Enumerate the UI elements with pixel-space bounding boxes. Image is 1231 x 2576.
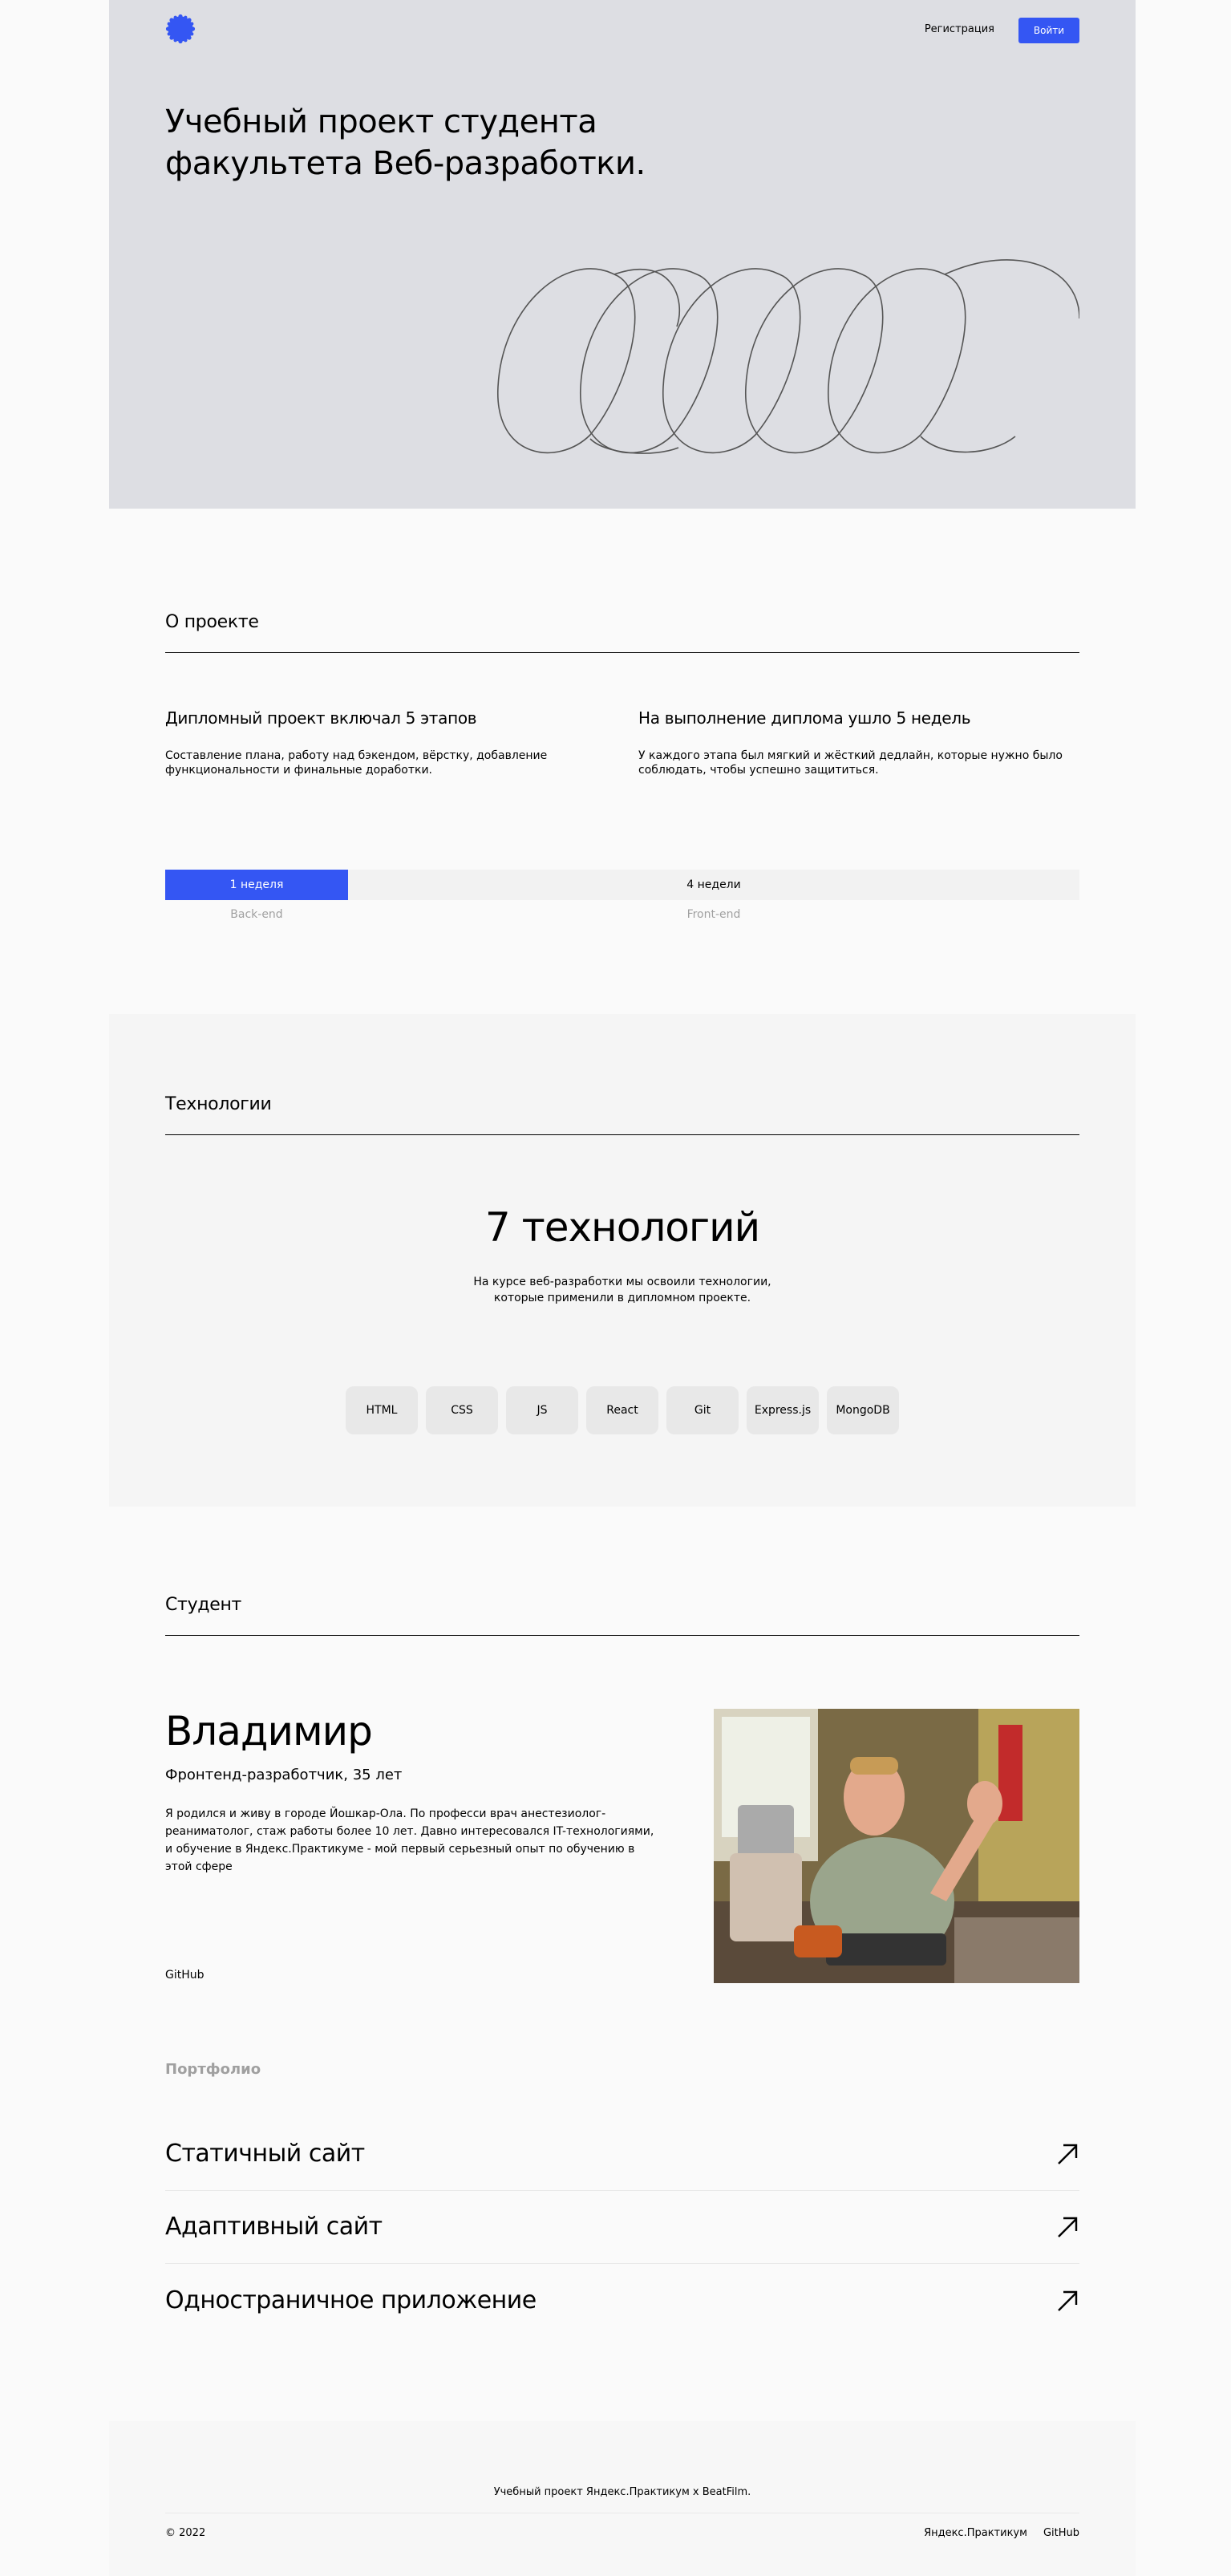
about-columns: Дипломный проект включал 5 этапов Состав… <box>165 708 1079 777</box>
timeline-backend-bar: 1 неделя <box>165 870 348 900</box>
footer: Учебный проект Яндекс.Практикум х BeatFi… <box>109 2421 1136 2576</box>
portfolio-item-label: Одностраничное приложение <box>165 2286 537 2314</box>
timeline: 1 неделя 4 недели Back-end Front-end <box>165 870 1079 921</box>
student-github-link[interactable]: GitHub <box>165 1968 204 1982</box>
timeline-bar: 1 неделя 4 недели <box>165 870 1079 900</box>
student-job: Фронтенд-разработчик, 35 лет <box>165 1767 403 1783</box>
portfolio-list: Статичный сайт Адаптивный сайт Одностран… <box>165 2118 1079 2337</box>
student-header: Студент <box>165 1594 1079 1636</box>
tech-item-express: Express.js <box>747 1386 819 1434</box>
timeline-frontend-bar: 4 недели <box>348 870 1079 900</box>
tech-item-react: React <box>586 1386 658 1434</box>
timeline-frontend-label: Front-end <box>686 908 741 921</box>
about-header: О проекте <box>165 611 1079 653</box>
login-button[interactable]: Войти <box>1018 18 1079 43</box>
footer-copyright: © 2022 <box>165 2527 206 2539</box>
portfolio-item-adaptive[interactable]: Адаптивный сайт <box>165 2191 1079 2264</box>
about-column-stages: Дипломный проект включал 5 этапов Состав… <box>165 708 606 777</box>
arrow-up-right-icon <box>1058 2217 1078 2237</box>
about-column-weeks: На выполнение диплома ушло 5 недель У ка… <box>638 708 1079 777</box>
promo-title-line2: факультета Веб-разработки. <box>165 145 646 182</box>
footer-link-github[interactable]: GitHub <box>1043 2527 1079 2540</box>
promo-title: Учебный проект студента факультета Веб-р… <box>165 101 727 185</box>
techs-list: HTML CSS JS React Git Express.js MongoDB <box>346 1386 899 1434</box>
portfolio-title: Портфолио <box>165 2061 261 2078</box>
tech-item-git: Git <box>666 1386 739 1434</box>
timeline-labels: Back-end Front-end <box>165 908 1079 921</box>
about-title: О проекте <box>165 612 259 632</box>
promo-section: Регистрация Войти Учебный проект студент… <box>109 0 1136 509</box>
techs-section: Технологии 7 технологий На курсе веб-раз… <box>109 1014 1136 1507</box>
tech-item-html: HTML <box>346 1386 418 1434</box>
footer-links: Яндекс.Практикум GitHub <box>924 2527 1079 2540</box>
logo-icon[interactable] <box>165 14 196 44</box>
about-section: О проекте Дипломный проект включал 5 эта… <box>109 509 1136 1014</box>
portfolio-item-static[interactable]: Статичный сайт <box>165 2118 1079 2191</box>
portfolio-item-label: Адаптивный сайт <box>165 2213 383 2241</box>
techs-headline: 7 технологий <box>484 1204 760 1251</box>
about-column-heading: На выполнение диплома ушло 5 недель <box>638 708 971 728</box>
arrow-up-right-icon <box>1058 2144 1078 2164</box>
student-name: Владимир <box>165 1708 373 1755</box>
arrow-up-right-icon <box>1058 2290 1078 2311</box>
about-divider <box>165 652 1079 653</box>
about-column-heading: Дипломный проект включал 5 этапов <box>165 708 477 728</box>
timeline-backend-label: Back-end <box>230 908 283 921</box>
student-description: Я родился и живу в городе Йошкар-Ола. По… <box>165 1807 654 1873</box>
promo-title-line1: Учебный проект студента <box>165 103 597 140</box>
tech-item-mongodb: MongoDB <box>827 1386 899 1434</box>
promo-loops-illustration <box>497 259 1079 454</box>
student-title: Студент <box>165 1595 242 1615</box>
student-divider <box>165 1635 1079 1636</box>
tech-item-css: CSS <box>426 1386 498 1434</box>
about-column-text: У каждого этапа был мягкий и жёсткий дед… <box>638 749 1063 777</box>
techs-subtitle: На курсе веб-разработки мы освоили техно… <box>473 1276 771 1304</box>
student-photo <box>714 1709 1079 1983</box>
footer-link-practicum[interactable]: Яндекс.Практикум <box>924 2527 1027 2540</box>
portfolio-item-spa[interactable]: Одностраничное приложение <box>165 2264 1079 2337</box>
register-link[interactable]: Регистрация <box>925 22 994 37</box>
tech-item-js: JS <box>506 1386 578 1434</box>
techs-header: Технологии <box>165 1093 1079 1135</box>
student-section: Студент Владимир Фронтенд-разработчик, 3… <box>109 1507 1136 2421</box>
footer-caption: Учебный проект Яндекс.Практикум х BeatFi… <box>493 2486 751 2498</box>
techs-divider <box>165 1134 1079 1135</box>
portfolio-item-label: Статичный сайт <box>165 2140 365 2168</box>
techs-title: Технологии <box>165 1094 272 1114</box>
about-column-text: Составление плана, работу над бэкендом, … <box>165 749 548 777</box>
